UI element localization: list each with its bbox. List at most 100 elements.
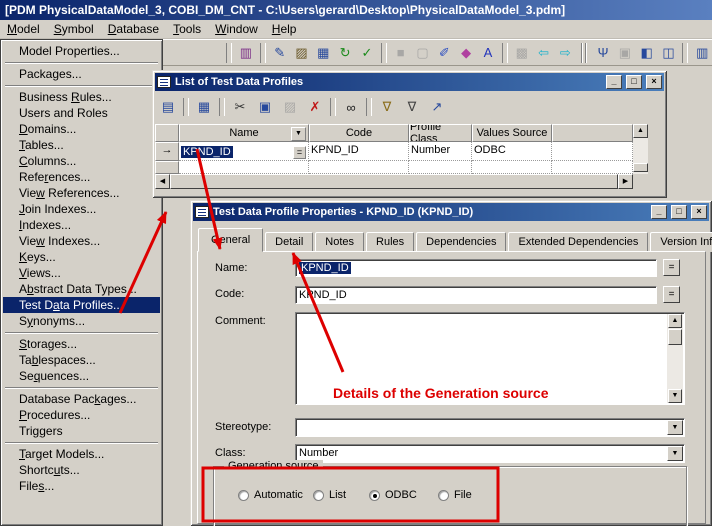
radio-icon[interactable]	[313, 490, 324, 501]
scroll-down-icon[interactable]: ▼	[668, 389, 682, 403]
col-selector[interactable]	[155, 124, 179, 142]
properties-icon[interactable]: ▤	[157, 97, 179, 117]
scroll-left-icon[interactable]: ◀	[155, 174, 170, 189]
menubar-item[interactable]: Help	[265, 21, 304, 38]
fill-color-icon[interactable]: ◆	[456, 43, 476, 63]
menu-item-storages[interactable]: Storages...	[3, 336, 160, 352]
menu-item-sequences[interactable]: Sequences...	[3, 368, 160, 384]
col-profile-class[interactable]: Profile Class	[409, 124, 472, 142]
grid-cell[interactable]	[179, 161, 309, 174]
menu-item-triggers[interactable]: Triggers	[3, 423, 160, 439]
filter-edit-icon[interactable]: ∇	[376, 97, 398, 117]
menubar-item[interactable]: Window	[208, 21, 265, 38]
horizontal-scrollbar[interactable]: ◀ ▶	[155, 174, 633, 189]
radio-automatic[interactable]: Automatic	[238, 489, 303, 501]
menu-item-procedures[interactable]: Procedures...	[3, 407, 160, 423]
scroll-right-icon[interactable]: ▶	[618, 174, 633, 189]
radio-odbc[interactable]: ODBC	[369, 489, 417, 501]
menu-item-synonyms[interactable]: Synonyms...	[3, 313, 160, 329]
forward-arrow-icon[interactable]: ⇨	[555, 43, 575, 63]
paste-icon[interactable]: ▨	[292, 43, 312, 63]
delete-icon[interactable]: ✗	[304, 97, 326, 117]
menu-item-keys[interactable]: Keys...	[3, 249, 160, 265]
tab-extended-dependencies[interactable]: Extended Dependencies	[508, 232, 648, 252]
menu-item-tablespaces[interactable]: Tablespaces...	[3, 352, 160, 368]
menu-item-references[interactable]: References...	[3, 169, 160, 185]
tab-rules[interactable]: Rules	[366, 232, 414, 252]
menu-item-tables[interactable]: Tables...	[3, 137, 160, 153]
menu-item-shortcuts[interactable]: Shortcuts...	[3, 462, 160, 478]
report-icon[interactable]: ✎	[270, 43, 290, 63]
menubar-item[interactable]: Model	[0, 21, 47, 38]
col-values-source[interactable]: Values Source	[472, 124, 552, 142]
maximize-button[interactable]: □	[626, 75, 642, 89]
comment-field[interactable]: ▲ ▼	[295, 312, 685, 405]
grid-cell-values-source[interactable]: ODBC	[472, 142, 552, 161]
menu-item-view-references[interactable]: View References...	[3, 185, 160, 201]
menu-item-files[interactable]: Files...	[3, 478, 160, 494]
grid-cell-name[interactable]: KPND_ID =	[179, 142, 309, 161]
check-model-icon[interactable]: ✓	[357, 43, 377, 63]
find-objects-icon[interactable]: ▦	[313, 43, 333, 63]
find-icon[interactable]: ∞	[340, 97, 362, 117]
menu-item-view-indexes[interactable]: View Indexes...	[3, 233, 160, 249]
close-button[interactable]: ×	[646, 75, 662, 89]
chevron-down-icon[interactable]: ▼	[667, 446, 683, 461]
col-code[interactable]: Code	[309, 124, 409, 142]
add-row-icon[interactable]: ▦	[193, 97, 215, 117]
radio-icon[interactable]	[238, 490, 249, 501]
col-extra[interactable]	[552, 124, 633, 142]
menu-item-model-properties[interactable]: Model Properties...	[3, 43, 160, 59]
name-equals-button[interactable]: =	[663, 259, 680, 276]
tab-general[interactable]: General	[198, 228, 263, 252]
font-icon[interactable]: A	[478, 43, 498, 63]
scroll-up-icon[interactable]: ▲	[633, 124, 648, 138]
radio-icon[interactable]	[438, 490, 449, 501]
menu-item-users-and-roles[interactable]: Users and Roles	[3, 105, 160, 121]
scroll-up-icon[interactable]: ▲	[668, 314, 682, 328]
copy-icon[interactable]: ▣	[254, 97, 276, 117]
menu-item-database-packages[interactable]: Database Packages...	[3, 391, 160, 407]
one-page-icon[interactable]: ◧	[637, 43, 657, 63]
tab-detail[interactable]: Detail	[265, 232, 313, 252]
minimize-button[interactable]: _	[606, 75, 622, 89]
minimize-button[interactable]: _	[651, 205, 667, 219]
menu-item-join-indexes[interactable]: Join Indexes...	[3, 201, 160, 217]
equals-button[interactable]: =	[293, 146, 306, 159]
row-selector[interactable]: →	[155, 142, 179, 161]
radio-list[interactable]: List	[313, 489, 346, 501]
menu-item-target-models[interactable]: Target Models...	[3, 446, 160, 462]
book-icon[interactable]: ▥	[236, 43, 256, 63]
grid-cell-code[interactable]: KPND_ID	[309, 142, 409, 161]
menubar-item[interactable]: Tools	[166, 21, 208, 38]
menubar-item[interactable]: Database	[101, 21, 166, 38]
maximize-button[interactable]: □	[671, 205, 687, 219]
grid-cell[interactable]	[309, 161, 409, 174]
filter-icon[interactable]: ∇	[401, 97, 423, 117]
col-name[interactable]: Name	[179, 124, 309, 142]
chevron-down-icon[interactable]: ▼	[667, 420, 683, 435]
menu-item-columns[interactable]: Columns...	[3, 153, 160, 169]
code-field[interactable]: KPND_ID	[295, 286, 657, 304]
menu-item-test-data-profiles[interactable]: Test Data Profiles...	[3, 297, 160, 313]
tab-dependencies[interactable]: Dependencies	[416, 232, 506, 252]
tab-version-info[interactable]: Version Info	[650, 232, 712, 252]
scrollbar-thumb[interactable]	[633, 163, 648, 172]
scrollbar-thumb[interactable]	[170, 174, 618, 189]
back-arrow-icon[interactable]: ⇦	[534, 43, 554, 63]
menu-item-views[interactable]: Views...	[3, 265, 160, 281]
hierarchy-icon[interactable]: Ψ	[593, 43, 613, 63]
grid-cell[interactable]	[472, 161, 552, 174]
extra-icon[interactable]: ▥	[692, 43, 712, 63]
menu-item-business-rules[interactable]: Business Rules...	[3, 89, 160, 105]
stereotype-combo[interactable]: ▼	[295, 418, 685, 437]
scrollbar-thumb[interactable]	[668, 329, 682, 345]
radio-file[interactable]: File	[438, 489, 472, 501]
class-combo[interactable]: Number ▼	[295, 444, 685, 463]
pen-icon[interactable]: ✐	[434, 43, 454, 63]
grid-cell[interactable]	[409, 161, 472, 174]
cut-icon[interactable]: ✂	[229, 97, 251, 117]
vertical-scrollbar[interactable]: ▲	[633, 124, 648, 174]
comment-scrollbar[interactable]: ▲ ▼	[667, 314, 683, 403]
menu-item-domains[interactable]: Domains...	[3, 121, 160, 137]
